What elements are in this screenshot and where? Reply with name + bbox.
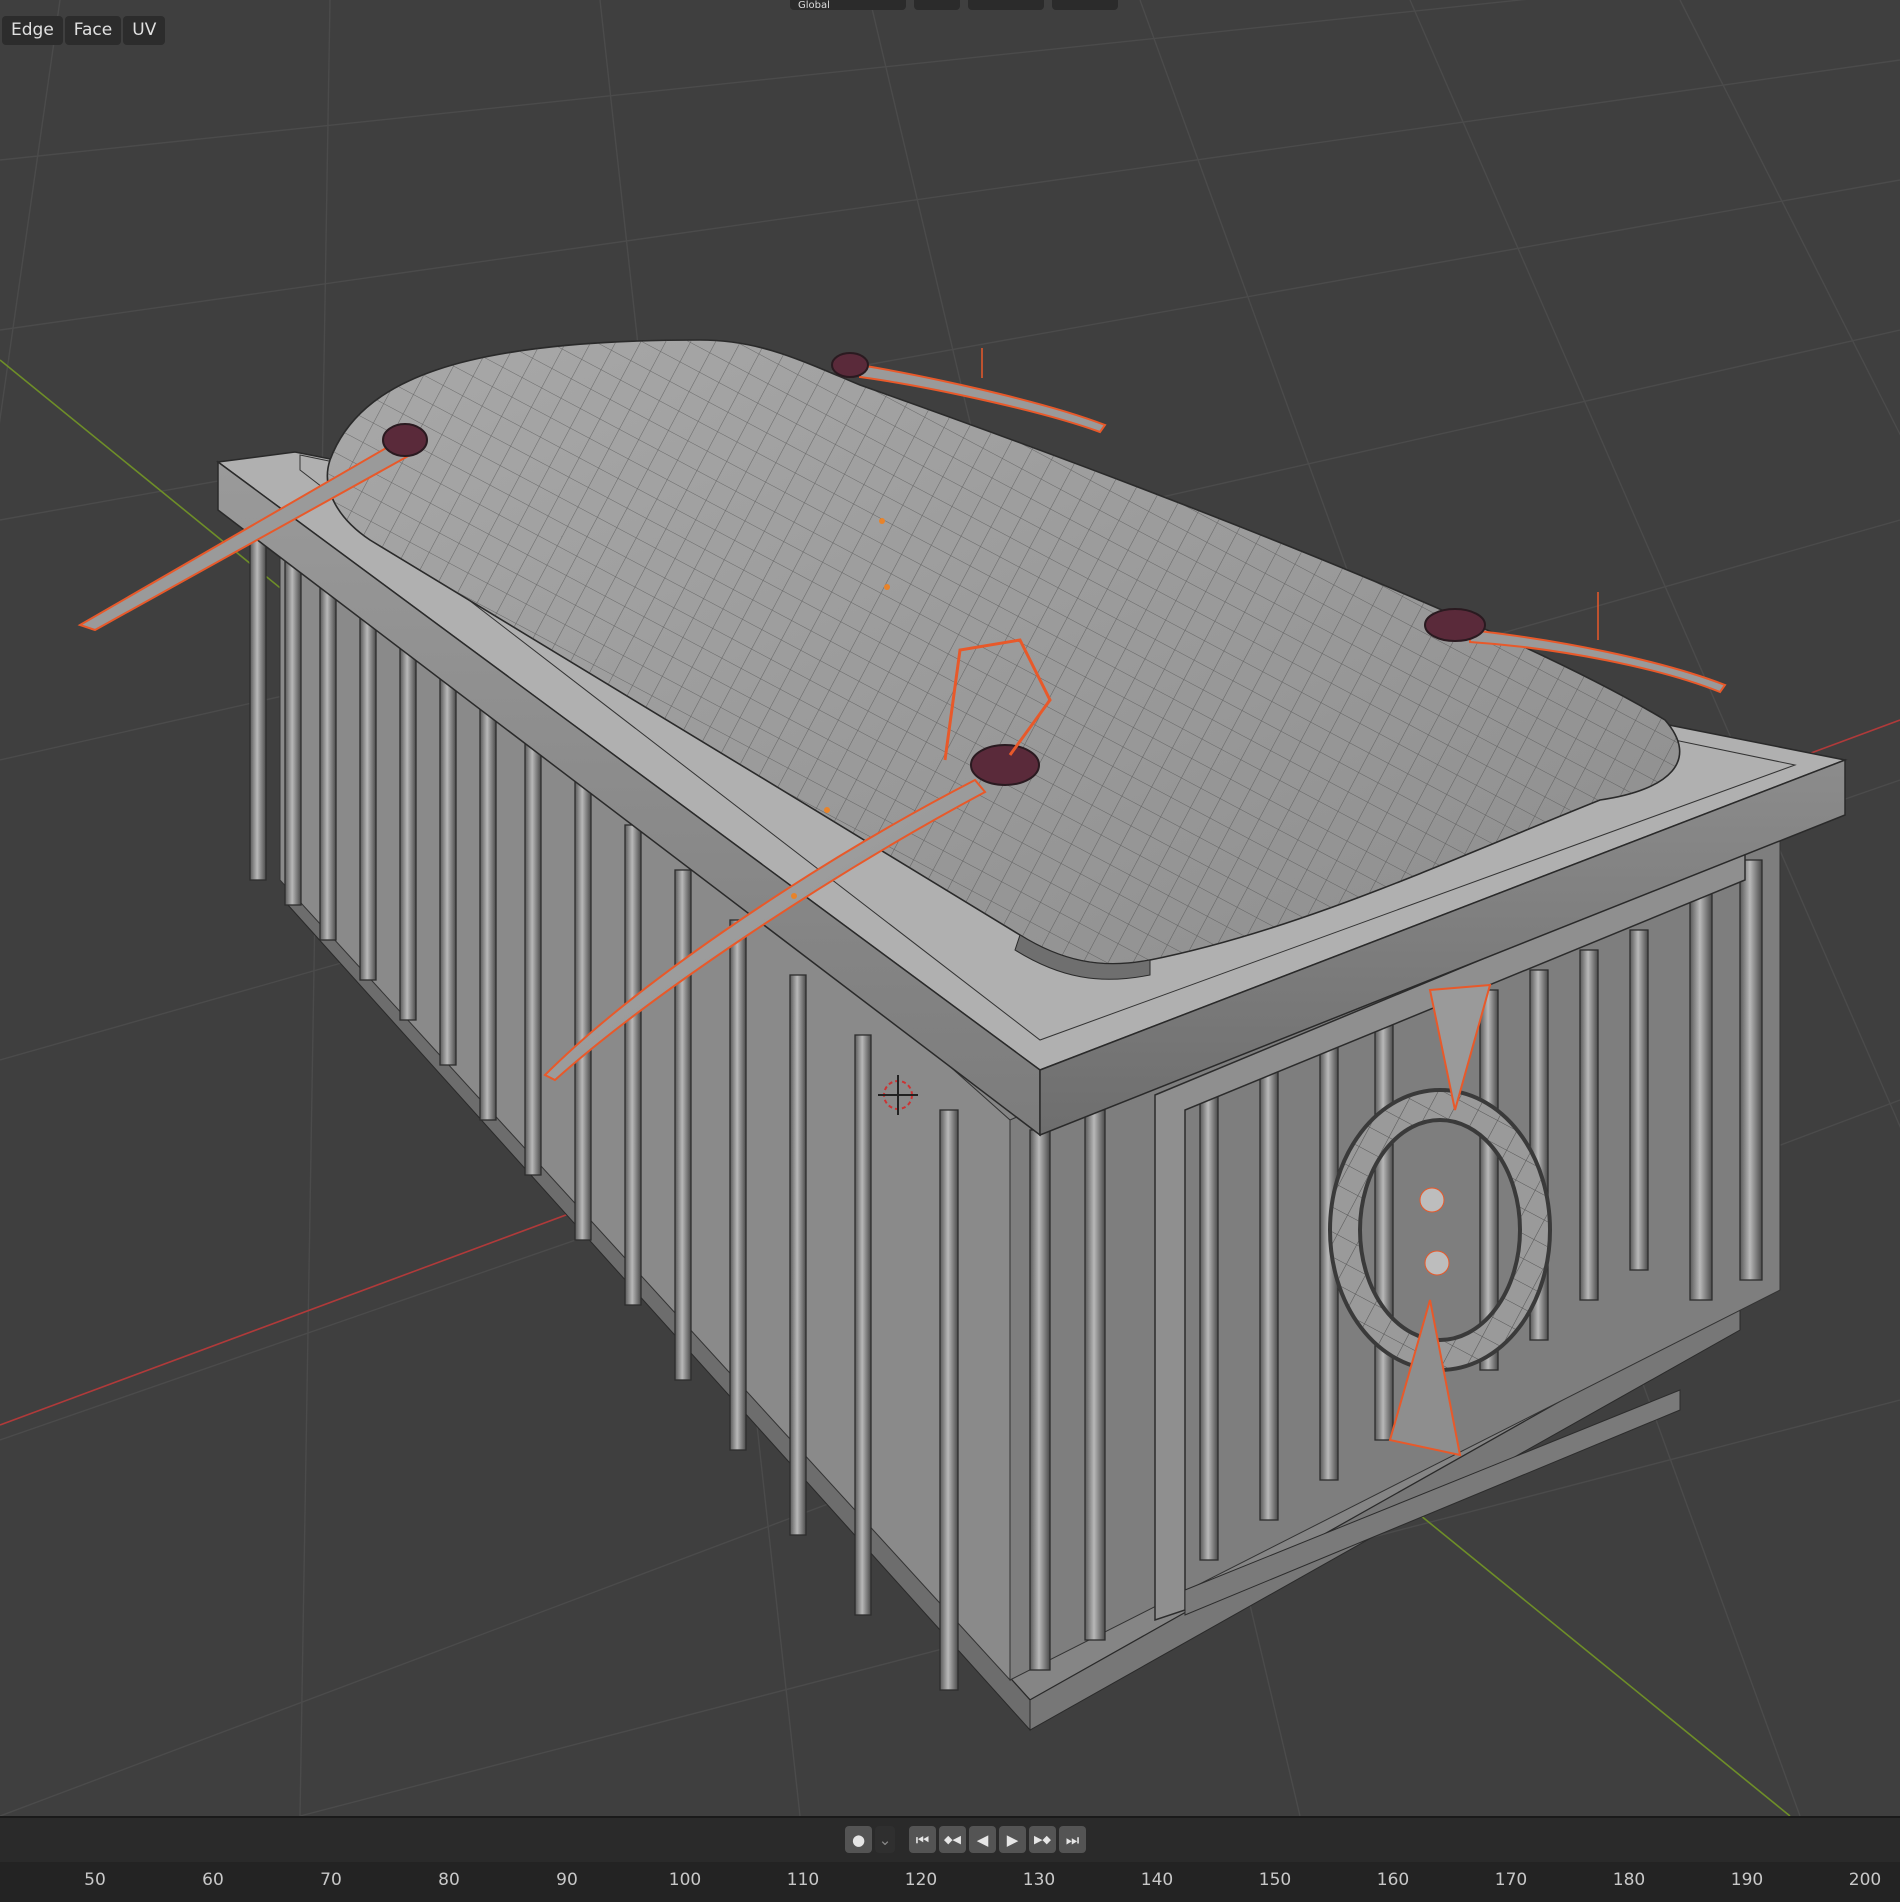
play-reverse-icon[interactable]: ◀ [969, 1826, 996, 1853]
play-icon[interactable]: ▶ [999, 1826, 1026, 1853]
jump-end-icon[interactable]: ⏭ [1059, 1826, 1086, 1853]
frame-tick-label: 150 [1258, 1870, 1292, 1890]
prev-keyframe-icon[interactable]: ◆◀ [939, 1826, 966, 1853]
jump-start-icon[interactable]: ⏮ [909, 1826, 936, 1853]
frame-tick-label: 160 [1376, 1870, 1410, 1890]
frame-tick-label: 80 [438, 1870, 460, 1890]
frame-tick-label: 70 [320, 1870, 342, 1890]
frame-ruler[interactable]: 50 60 70 80 90 100 110 120 130 140 150 160 170 180 190… [0, 1862, 1900, 1902]
3d-viewport[interactable]: Global Edge Face UV [0, 0, 1900, 1816]
frame-tick-label: 50 [84, 1870, 106, 1890]
proportional-edit-toggle[interactable] [1052, 0, 1118, 10]
frame-tick-label: 60 [202, 1870, 224, 1890]
frame-tick-label: 180 [1612, 1870, 1646, 1890]
edit-mode-menu: Edge Face UV [2, 16, 166, 45]
frame-tick-label: 200 [1848, 1870, 1882, 1890]
frame-tick-label: 120 [904, 1870, 938, 1890]
frame-tick-label: 130 [1022, 1870, 1056, 1890]
menu-edge[interactable]: Edge [2, 16, 63, 45]
pivot-dropdown[interactable] [914, 0, 960, 10]
dropdown-icon[interactable]: ⌄ [875, 1826, 895, 1853]
next-keyframe-icon[interactable]: ▶◆ [1029, 1826, 1056, 1853]
frame-tick-label: 140 [1140, 1870, 1174, 1890]
playback-controls: ● ⌄ ⏮ ◆◀ ◀ ▶ ▶◆ ⏭ [845, 1826, 1086, 1853]
frame-tick-label: 110 [786, 1870, 820, 1890]
menu-uv[interactable]: UV [123, 16, 166, 45]
viewport-header: Global [790, 0, 1118, 12]
transform-orientation-dropdown[interactable]: Global [790, 0, 906, 11]
frame-tick-label: 90 [556, 1870, 578, 1890]
frame-tick-label: 100 [668, 1870, 702, 1890]
frame-tick-label: 190 [1730, 1870, 1764, 1890]
snap-dropdown[interactable] [968, 0, 1044, 10]
timeline-panel: ● ⌄ ⏮ ◆◀ ◀ ▶ ▶◆ ⏭ 50 60 70 80 90 100 110 120 130… [0, 1816, 1900, 1902]
record-icon[interactable]: ● [845, 1826, 872, 1853]
frame-tick-label: 170 [1494, 1870, 1528, 1890]
scene-canvas[interactable] [0, 0, 1900, 1816]
menu-face[interactable]: Face [64, 16, 122, 45]
